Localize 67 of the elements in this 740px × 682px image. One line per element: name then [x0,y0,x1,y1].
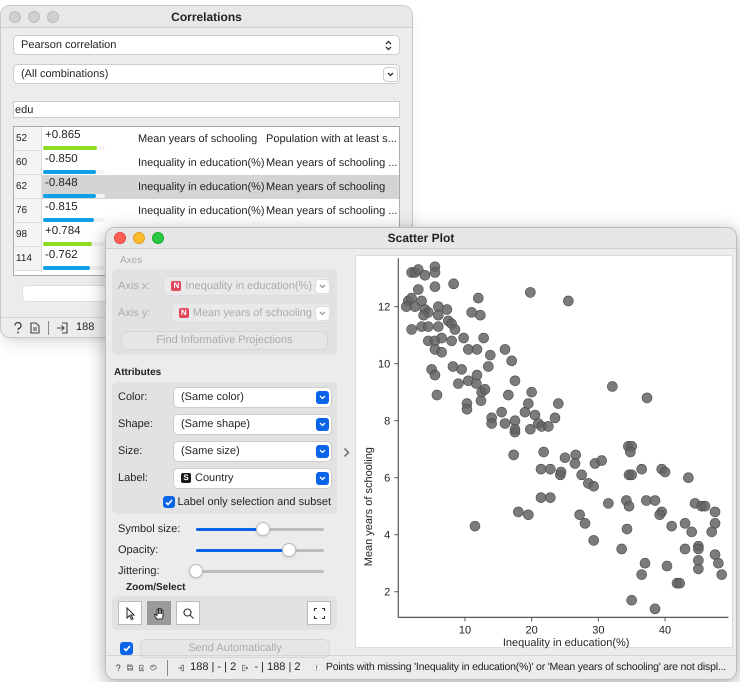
table-row[interactable]: 76 -0.815 Inequality in education(%)Mean years of schooling ... [14,199,399,223]
tick-label: 6 [384,472,390,485]
field-label: Label: [118,470,149,486]
group-title: Attributes [114,366,162,380]
row-index: 52 [14,127,42,151]
correlation-value: -0.815 [44,201,79,214]
slider-label: Symbol size: [118,522,182,537]
type-badge: S [181,473,191,483]
table-cell-text: Population with at least s... [266,132,398,147]
row-index: 76 [14,199,42,223]
warning-message: Points with missing 'Inequality in education(%)' or 'Mean years of schooling' are not displ... [326,660,726,675]
field-label: Size: [118,444,144,459]
tick-label: 20 [526,624,538,636]
table-cell-text: Mean years of schooling [266,180,386,195]
group-title: Axes [120,254,144,268]
type-badge: N [178,308,189,318]
table-cell-text: Inequality in education(%) [137,156,266,171]
field-label: Axis y: [118,306,152,321]
group-title: Zoom/Select [126,581,186,595]
correlation-value: -0.762 [44,249,79,262]
row-index: 60 [14,151,42,175]
correlation-value: -0.848 [44,177,79,190]
dropdown[interactable]: (Same shape) [174,414,331,434]
correlation-value: +0.865 [44,129,82,142]
tick-label: 12 [378,302,390,314]
slider-label: Jittering: [118,564,161,579]
row-index: 114 [14,247,42,271]
table-cell-text: Mean years of schooling [137,132,258,147]
table-cell-text: Inequality in education(%) [137,204,266,219]
table-cell-text: Mean years of schooling ... [266,156,398,171]
correlation-value: +0.784 [44,225,82,238]
correlation-value: -0.850 [44,153,79,166]
output-summary: - | 188 | 2 [254,660,301,676]
tick-label: 4 [384,530,390,542]
row-index: 98 [14,223,42,247]
filter-field[interactable]: edu [13,101,400,118]
table-row[interactable]: 114 -0.762 [14,247,106,271]
tick-label: 10 [378,358,390,371]
window-title: Correlations [171,8,242,26]
table-row[interactable]: 98 +0.784 [14,223,106,247]
axis-title: Mean years of schooling [363,447,375,566]
tick-label: 10 [458,624,472,636]
tick-label: 30 [592,624,604,636]
table-row[interactable]: 62 -0.848 Inequality in education(%)Mean years of schooling [14,175,399,199]
input-count: 188 [76,320,94,336]
dropdown[interactable]: (Same size) [174,442,331,460]
field-label: Axis x: [118,278,152,294]
table-row[interactable]: 60 -0.850 Inequality in education(%)Mean years of schooling ... [14,151,399,175]
table-row[interactable]: 52 +0.865 Mean years of schooling Population with at least s... [14,127,399,151]
checkbox-label: Label only selection and subset [178,494,331,510]
slider-label: Opacity: [118,542,160,558]
input-summary: 188 | - | 2 [190,660,236,676]
axis-title: Inequality in education(%) [502,637,630,649]
method-dropdown[interactable]: Pearson correlation [14,36,399,54]
tick-label: 40 [658,624,672,636]
tick-label: 2 [384,586,390,599]
table-cell-text: Mean years of schooling ... [266,204,398,219]
feature-dropdown[interactable]: (All combinations) [14,65,399,83]
row-index: 62 [14,175,42,199]
type-badge: N [171,281,182,291]
field-label: Shape: [118,416,154,432]
dropdown[interactable]: S Country [174,468,331,488]
table-cell-text: Inequality in education(%) [137,180,266,195]
window-title: Scatter Plot [388,230,454,247]
tick-label: 8 [384,416,390,428]
dropdown[interactable]: (Same color) [174,388,331,406]
field-label: Color: [118,390,148,405]
